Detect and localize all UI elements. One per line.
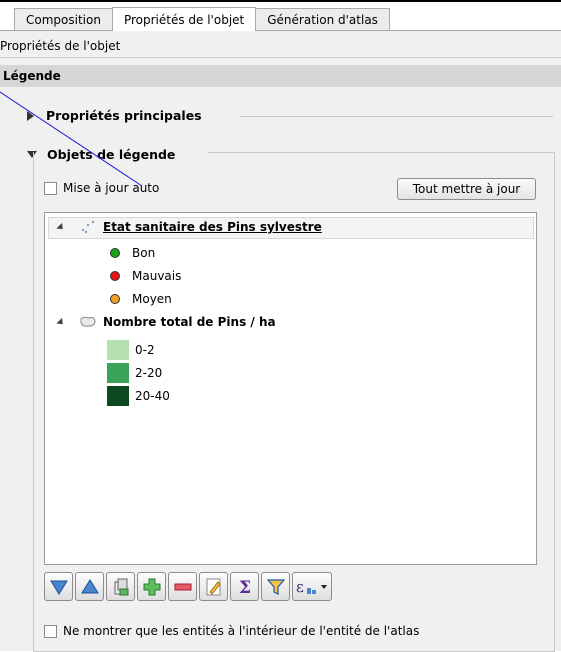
group-main-properties[interactable]: Propriétés principales (27, 108, 202, 123)
add-icon (143, 578, 160, 595)
update-all-label: Tout mettre à jour (412, 182, 521, 196)
tree-node-layer1[interactable]: Etat sanitaire des Pins sylvestre (56, 219, 322, 235)
polygon-layer-icon (80, 316, 96, 327)
legend-item[interactable]: 0-2 (107, 340, 155, 360)
tab-composition-label: Composition (26, 12, 101, 27)
atlas-only-label: Ne montrer que les entités à l'intérieur… (63, 624, 420, 638)
legend-item[interactable]: 2-20 (107, 363, 162, 383)
expression-filter-button[interactable]: ε (292, 572, 332, 601)
section-legend-label: Légende (3, 69, 61, 83)
expression-icon: ε (296, 578, 327, 596)
legend-toolbar: Σ ε (44, 572, 334, 602)
remove-icon (174, 583, 191, 590)
tab-bar: Composition Propriétés de l'objet Généra… (14, 7, 390, 31)
collapse-arrow-icon[interactable] (56, 222, 66, 232)
auto-update-row: Mise à jour auto (44, 181, 159, 195)
item-properties-panel: Propriétés de l'objet Légende Propriétés… (0, 30, 561, 652)
add-item-button[interactable] (137, 572, 166, 601)
point-layer-icon (81, 220, 95, 234)
move-up-icon (80, 578, 99, 593)
legend-item-label: 0-2 (135, 343, 155, 357)
svg-text:ε: ε (296, 578, 304, 596)
expand-right-icon (27, 110, 34, 121)
light-green-swatch-icon (107, 340, 129, 360)
tab-atlas-generation-label: Génération d'atlas (267, 12, 378, 27)
atlas-only-checkbox[interactable] (44, 624, 57, 638)
legend-item[interactable]: Bon (110, 246, 155, 260)
sum-icon: Σ (239, 578, 251, 597)
legend-item-label: Mauvais (132, 269, 182, 283)
legend-item-label: Bon (132, 246, 156, 260)
tree-node-layer2[interactable]: Nombre total de Pins / ha (56, 315, 276, 329)
update-all-button[interactable]: Tout mettre à jour (397, 178, 536, 200)
collapse-arrow-icon[interactable] (56, 317, 66, 327)
red-dot-icon (110, 271, 120, 281)
legend-item-label: Moyen (132, 292, 172, 306)
svg-text:Σ: Σ (239, 578, 251, 597)
group-main-properties-label: Propriétés principales (46, 108, 202, 123)
move-up-button[interactable] (75, 572, 104, 601)
atlas-only-row: Ne montrer que les entités à l'intérieur… (44, 624, 419, 638)
tab-composition[interactable]: Composition (14, 8, 113, 30)
green-swatch-icon (107, 363, 129, 383)
legend-item[interactable]: Mauvais (110, 269, 181, 283)
layer1-name: Etat sanitaire des Pins sylvestre (103, 220, 322, 234)
move-down-icon (49, 580, 68, 595)
remove-item-button[interactable] (168, 572, 197, 601)
title-separator (0, 57, 561, 58)
auto-update-checkbox[interactable] (44, 181, 57, 195)
tab-atlas-generation[interactable]: Génération d'atlas (255, 8, 390, 30)
tab-item-properties[interactable]: Propriétés de l'objet (111, 7, 257, 31)
orange-dot-icon (110, 294, 120, 304)
edit-group-icon (114, 578, 128, 595)
filter-icon (266, 578, 285, 595)
edit-group-button[interactable] (106, 572, 135, 601)
legend-item[interactable]: Moyen (110, 292, 172, 306)
filter-button[interactable] (261, 572, 290, 601)
auto-update-label: Mise à jour auto (63, 181, 160, 195)
panel-title: Propriétés de l'objet (0, 39, 121, 53)
legend-item-label: 2-20 (135, 366, 163, 380)
legend-item-label: 20-40 (135, 389, 170, 403)
legend-item[interactable]: 20-40 (107, 386, 170, 406)
move-down-button[interactable] (44, 572, 73, 601)
edit-item-button[interactable] (199, 572, 228, 601)
tab-item-properties-label: Propriétés de l'objet (123, 12, 245, 27)
legend-tree[interactable]: Etat sanitaire des Pins sylvestre Bon Ma… (44, 212, 537, 565)
layer2-name: Nombre total de Pins / ha (103, 315, 276, 329)
dark-green-swatch-icon (107, 386, 129, 406)
group-divider (240, 116, 553, 117)
section-legend-header: Légende (0, 65, 561, 87)
top-border (0, 0, 561, 2)
green-dot-icon (110, 248, 120, 258)
sum-button[interactable]: Σ (230, 572, 259, 601)
edit-icon (206, 578, 221, 595)
